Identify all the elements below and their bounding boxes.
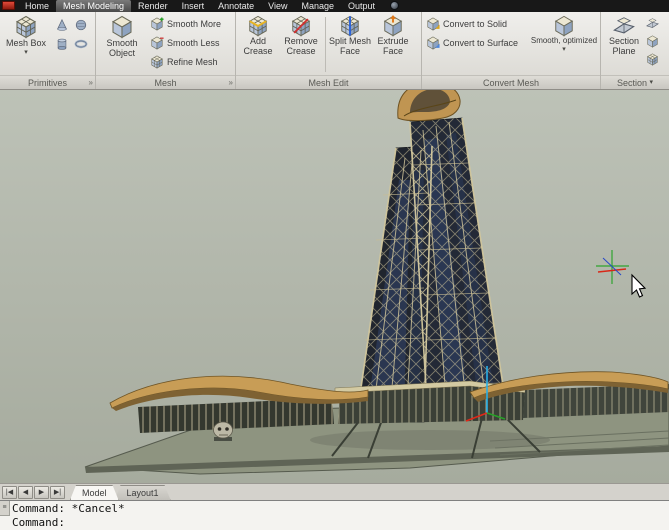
command-history-line: Command: *Cancel* — [12, 502, 669, 516]
viewport-scene — [0, 90, 669, 483]
mesh-sphere-icon — [74, 18, 88, 32]
ribbon-tab-insert[interactable]: Insert — [175, 0, 212, 12]
mesh-cylinder-button[interactable] — [53, 35, 71, 53]
mesh-cone-button[interactable] — [53, 16, 71, 34]
smooth-more-icon — [150, 17, 164, 31]
ribbon-tab-view[interactable]: View — [261, 0, 294, 12]
mesh-torus-icon — [74, 37, 88, 51]
layout-tab-model[interactable]: Model — [70, 485, 119, 500]
smooth-optimized-label: Smooth, optimized — [531, 37, 597, 46]
mesh-box-label: Mesh Box — [6, 39, 46, 49]
panel-label-mesh-edit[interactable]: Mesh Edit — [236, 75, 421, 89]
convert-to-solid-button[interactable]: Convert to Solid — [423, 14, 529, 33]
ribbon-tab-render[interactable]: Render — [131, 0, 175, 12]
ribbon-tab-annotate[interactable]: Annotate — [211, 0, 261, 12]
layout-nav-first-button[interactable]: |◀ — [2, 486, 17, 499]
layout-nav-prev-button[interactable]: ◀ — [18, 486, 33, 499]
convert-to-solid-icon — [426, 17, 440, 31]
panel-overflow-icon: » — [89, 78, 93, 87]
command-line[interactable]: ≡ Command: *Cancel* Command: — [0, 500, 669, 530]
add-jog-button[interactable] — [646, 32, 659, 50]
generate-section-icon — [646, 53, 659, 66]
layout-nav-last-button[interactable]: ▶| — [50, 486, 65, 499]
live-section-button[interactable] — [646, 14, 659, 32]
panel-label-primitives[interactable]: Primitives » — [0, 75, 95, 89]
mesh-sphere-button[interactable] — [72, 16, 90, 34]
command-line-grip-icon[interactable]: ≡ — [0, 501, 10, 516]
generate-section-button[interactable] — [646, 50, 659, 68]
section-plane-button[interactable]: Section Plane — [602, 14, 646, 58]
convert-to-surface-icon — [426, 36, 440, 50]
panel-caret-icon: ▾ — [650, 79, 654, 86]
panel-mesh-edit: Add Crease Remove Crease Split Mesh Face… — [236, 12, 422, 89]
refine-mesh-button[interactable]: Refine Mesh — [147, 52, 224, 71]
communication-center-icon[interactable] — [390, 1, 399, 10]
remove-crease-icon — [290, 15, 312, 37]
mesh-box-button[interactable]: Mesh Box ▾ — [1, 14, 51, 57]
remove-crease-button[interactable]: Remove Crease — [279, 14, 323, 58]
app-menu-icon[interactable] — [2, 1, 15, 10]
dropdown-caret-icon: ▾ — [24, 49, 28, 56]
ribbon-tab-home[interactable]: Home — [18, 0, 56, 12]
smooth-object-icon — [110, 15, 134, 39]
command-prompt-line[interactable]: Command: — [12, 516, 669, 530]
section-plane-icon — [613, 15, 635, 37]
add-jog-icon — [646, 35, 659, 48]
mesh-cylinder-icon — [55, 37, 69, 51]
add-crease-button[interactable]: Add Crease — [237, 14, 279, 58]
ribbon: Mesh Box ▾ Primitives » Smooth Object — [0, 12, 669, 90]
ribbon-tab-bar: Home Mesh Modeling Render Insert Annotat… — [0, 0, 669, 12]
mesh-torus-button[interactable] — [72, 35, 90, 53]
panel-label-convert-mesh[interactable]: Convert Mesh — [422, 75, 600, 89]
layout-tab-layout1[interactable]: Layout1 — [115, 485, 171, 500]
smooth-object-button[interactable]: Smooth Object — [97, 14, 147, 60]
add-crease-icon — [247, 15, 269, 37]
convert-to-surface-button[interactable]: Convert to Surface — [423, 33, 529, 52]
panel-label-mesh[interactable]: Mesh » — [96, 75, 235, 89]
smooth-more-button[interactable]: Smooth More — [147, 14, 224, 33]
panel-separator — [325, 17, 326, 72]
extrude-face-icon — [382, 15, 404, 37]
panel-label-section[interactable]: Section ▾ — [601, 75, 669, 89]
viewport-canvas[interactable] — [0, 90, 669, 483]
panel-mesh: Smooth Object Smooth More Smooth Less Re… — [96, 12, 236, 89]
split-mesh-face-button[interactable]: Split Mesh Face — [328, 14, 372, 58]
smooth-object-label: Smooth Object — [97, 39, 147, 59]
smooth-optimized-dropdown[interactable]: Smooth, optimized ▾ — [529, 14, 599, 54]
extrude-face-button[interactable]: Extrude Face — [372, 14, 414, 58]
panel-convert-mesh: Convert to Solid Convert to Surface Smoo… — [422, 12, 601, 89]
panel-section: Section Plane Section ▾ — [601, 12, 669, 89]
split-mesh-face-icon — [339, 15, 361, 37]
ribbon-tab-manage[interactable]: Manage — [294, 0, 341, 12]
smooth-less-button[interactable]: Smooth Less — [147, 33, 224, 52]
panel-overflow-icon: » — [229, 78, 233, 87]
mesh-box-icon — [14, 15, 38, 39]
refine-mesh-icon — [150, 55, 164, 69]
ribbon-tab-output[interactable]: Output — [341, 0, 382, 12]
smooth-less-icon — [150, 36, 164, 50]
dropdown-caret-icon: ▾ — [562, 46, 566, 53]
layout-nav-next-button[interactable]: ▶ — [34, 486, 49, 499]
smooth-optimized-icon — [553, 15, 575, 37]
panel-primitives: Mesh Box ▾ Primitives » — [0, 12, 96, 89]
mesh-cone-icon — [55, 18, 69, 32]
layout-tab-bar: |◀ ◀ ▶ ▶| Model Layout1 — [0, 483, 669, 500]
live-section-icon — [646, 17, 659, 30]
ribbon-tab-mesh-modeling[interactable]: Mesh Modeling — [56, 0, 131, 12]
